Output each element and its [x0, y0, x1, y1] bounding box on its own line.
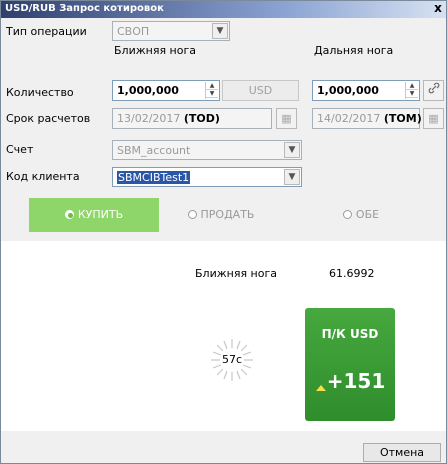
far-date-tag: (TOM) — [383, 112, 422, 125]
near-date-tag: (TOD) — [183, 112, 220, 125]
quote-box[interactable]: П/К USD +151 — [305, 308, 395, 421]
radio-icon — [64, 210, 74, 219]
cancel-button[interactable]: Отмена — [363, 443, 441, 462]
sell-button[interactable]: ПРОДАТЬ — [161, 198, 281, 232]
both-label: ОБЕ — [355, 208, 380, 221]
chevron-down-icon[interactable]: ▼ — [284, 142, 300, 158]
near-leg-header: Ближняя нога — [114, 44, 197, 57]
operation-type-label: Тип операции — [6, 25, 87, 38]
quote-box-title: П/К USD — [321, 327, 379, 341]
far-date-field[interactable]: 14/02/2017 (TOM) — [312, 108, 422, 129]
far-quantity-input[interactable]: 1,000,000 ▲ ▼ — [312, 80, 420, 101]
near-quantity-value: 1,000,000 — [117, 84, 179, 97]
currency-button[interactable]: USD — [222, 80, 299, 101]
loading-spinner-icon: 57c — [209, 337, 255, 383]
client-code-value: SBMCIBTest1 — [117, 171, 191, 184]
radio-icon — [342, 210, 352, 219]
both-button[interactable]: ОБЕ — [301, 198, 421, 232]
radio-icon — [187, 210, 197, 219]
operation-type-value: СВОП — [117, 25, 150, 38]
account-value: SBM_account — [117, 144, 191, 157]
client-code-label: Код клиента — [6, 170, 80, 183]
settlement-label: Срок расчетов — [6, 112, 91, 125]
quote-box-value: +151 — [326, 369, 386, 393]
close-button[interactable]: x — [431, 2, 445, 16]
title-bar: USD/RUB Запрос котировок x — [1, 1, 446, 18]
near-date-value: 13/02/2017 (TOD) — [117, 112, 220, 125]
sell-label: ПРОДАТЬ — [200, 208, 255, 221]
chevron-down-icon[interactable]: ▼ — [212, 23, 228, 39]
buy-label: КУПИТЬ — [77, 208, 124, 221]
window-title: USD/RUB Запрос котировок — [5, 3, 164, 14]
quantity-label: Количество — [6, 86, 74, 99]
quote-request-window: USD/RUB Запрос котировок x Тип операции … — [0, 0, 447, 464]
account-select[interactable]: SBM_account ▼ — [112, 140, 302, 160]
quote-leg-rate: 61.6992 — [329, 267, 375, 280]
operation-type-select[interactable]: СВОП ▼ — [112, 21, 230, 41]
near-quantity-stepper[interactable]: ▲ ▼ — [205, 82, 218, 99]
client-code-select[interactable]: SBMCIBTest1 ▼ — [112, 167, 302, 187]
far-quantity-value: 1,000,000 — [317, 84, 379, 97]
near-quantity-input[interactable]: 1,000,000 ▲ ▼ — [112, 80, 220, 101]
chevron-down-icon[interactable]: ▼ — [284, 169, 300, 185]
far-date-value: 14/02/2017 (TOM) — [317, 112, 422, 125]
calendar-icon[interactable]: ▦ — [423, 108, 444, 129]
countdown-timer: 57c — [221, 353, 244, 366]
account-label: Счет — [6, 143, 34, 156]
link-icon[interactable] — [423, 80, 444, 101]
near-date-field[interactable]: 13/02/2017 (TOD) — [112, 108, 272, 129]
quote-leg-label: Ближняя нога — [195, 267, 278, 280]
far-leg-header: Дальняя нога — [314, 44, 394, 57]
far-quantity-stepper[interactable]: ▲ ▼ — [405, 82, 418, 99]
calendar-icon[interactable]: ▦ — [276, 108, 297, 129]
buy-button[interactable]: КУПИТЬ — [29, 198, 159, 232]
